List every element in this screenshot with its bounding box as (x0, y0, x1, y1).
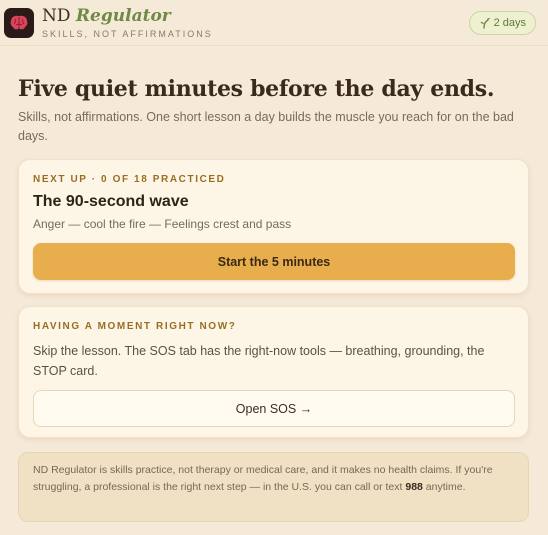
streak-label: 2 days (493, 16, 526, 29)
next-up-eyebrow: NEXT UP · 0 OF 18 PRACTICED (33, 174, 226, 185)
lesson-title: The 90-second wave (33, 193, 189, 210)
brand-italic: Regulator (75, 6, 171, 26)
sprout-icon (480, 17, 490, 29)
start-lesson-button[interactable]: Start the 5 minutes (33, 243, 515, 280)
moment-card: HAVING A MOMENT RIGHT NOW? Skip the less… (18, 306, 529, 438)
hotline-number: 988 (405, 480, 423, 493)
app-title: ND Regulator (42, 6, 213, 26)
lesson-meta: Anger — cool the fire — Feelings crest a… (33, 217, 292, 231)
app-header: ND Regulator SKILLS, NOT AFFIRMATIONS 2 … (0, 0, 548, 46)
app-logo[interactable] (4, 7, 34, 38)
next-up-card: NEXT UP · 0 OF 18 PRACTICED The 90-secon… (18, 159, 529, 294)
brand: ND Regulator SKILLS, NOT AFFIRMATIONS (42, 6, 213, 39)
app-tagline: SKILLS, NOT AFFIRMATIONS (42, 29, 213, 39)
streak-badge[interactable]: 2 days (468, 10, 536, 35)
brain-icon (10, 15, 28, 29)
moment-body: Skip the lesson. The SOS tab has the rig… (33, 344, 485, 378)
page-title: Five quiet minutes before the day ends. (18, 76, 495, 102)
open-sos-button[interactable]: Open SOS → (33, 390, 515, 427)
disclaimer: ND Regulator is skills practice, not the… (18, 452, 529, 522)
moment-eyebrow: HAVING A MOMENT RIGHT NOW? (33, 321, 237, 332)
disclaimer-end: anytime. (422, 480, 466, 493)
brand-prefix: ND (42, 6, 71, 26)
page-subtitle: Skills, not affirmations. One short less… (18, 110, 514, 143)
